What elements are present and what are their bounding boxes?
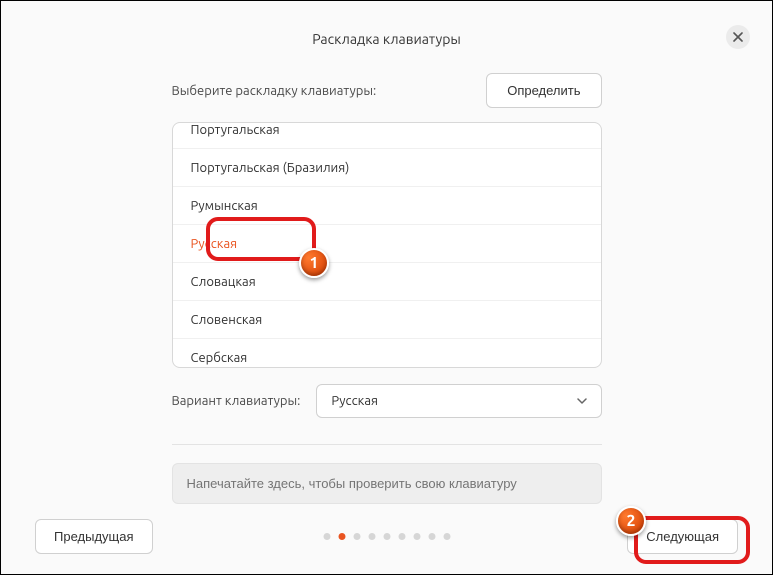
previous-button[interactable]: Предыдущая: [35, 519, 153, 554]
close-button[interactable]: [726, 25, 750, 49]
pager-dot: [413, 533, 420, 540]
layout-listbox[interactable]: ПортугальскаяПортугальская (Бразилия)Рум…: [172, 122, 602, 368]
prompt-row: Выберите раскладку клавиатуры: Определит…: [172, 73, 602, 108]
pager-dot: [323, 533, 330, 540]
layout-option[interactable]: Словенская: [173, 301, 601, 339]
detect-button[interactable]: Определить: [486, 73, 601, 108]
next-button[interactable]: Следующая: [627, 519, 738, 554]
pager-dot: [368, 533, 375, 540]
variant-select[interactable]: Русская: [316, 384, 601, 418]
page-title: Раскладка клавиатуры: [1, 1, 772, 47]
layout-option[interactable]: Португальская (Бразилия): [173, 149, 601, 187]
prompt-label: Выберите раскладку клавиатуры:: [172, 84, 377, 98]
footer: Предыдущая Следующая: [1, 519, 772, 554]
pager-dot: [353, 533, 360, 540]
close-icon: [733, 29, 743, 45]
pager-dot: [338, 533, 345, 540]
divider: [172, 444, 602, 445]
variant-label: Вариант клавиатуры:: [172, 394, 301, 408]
layout-option[interactable]: Румынская: [173, 187, 601, 225]
pager-dot: [443, 533, 450, 540]
keyboard-test-input[interactable]: [172, 463, 602, 504]
layout-option[interactable]: Словацкая: [173, 263, 601, 301]
variant-row: Вариант клавиатуры: Русская: [172, 384, 602, 418]
pager-dot: [383, 533, 390, 540]
pager-dot: [398, 533, 405, 540]
layout-option[interactable]: Португальская: [173, 122, 601, 149]
chevron-down-icon: [577, 396, 587, 406]
content-area: Выберите раскладку клавиатуры: Определит…: [172, 47, 602, 504]
pager-dots: [323, 533, 450, 540]
installer-window: Раскладка клавиатуры Выберите раскладку …: [0, 0, 773, 575]
layout-option[interactable]: Русская: [173, 225, 601, 263]
pager-dot: [428, 533, 435, 540]
variant-value: Русская: [331, 394, 378, 408]
layout-option[interactable]: Сербская: [173, 339, 601, 368]
